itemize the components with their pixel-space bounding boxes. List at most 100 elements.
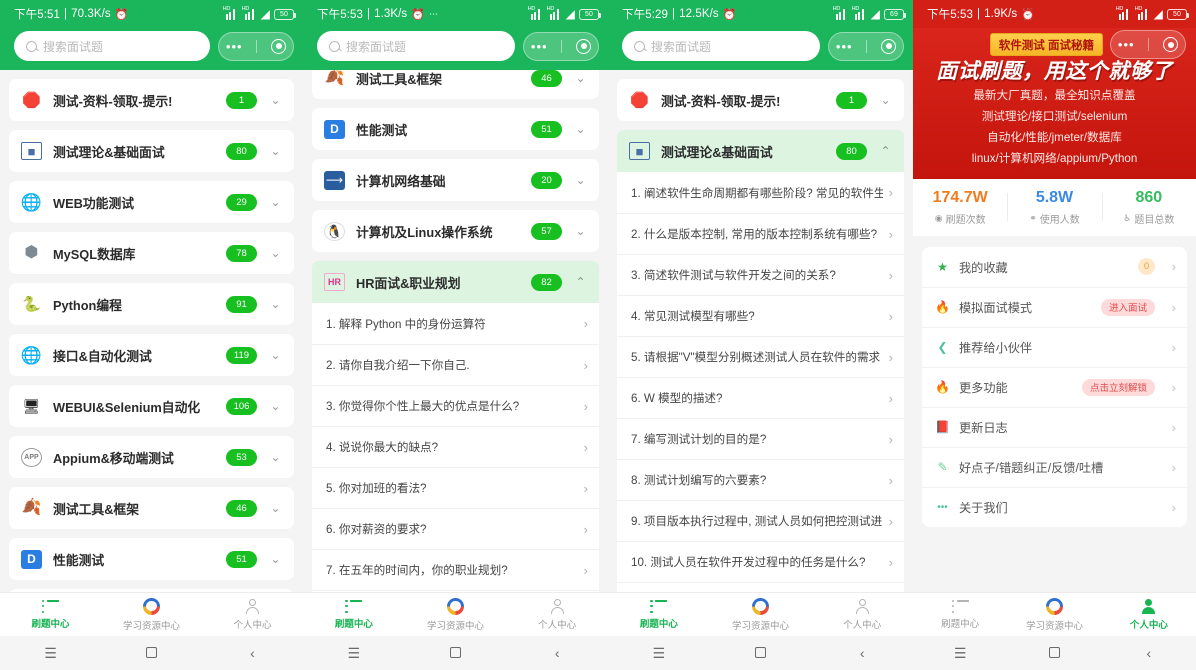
- menu-item-feedback[interactable]: ✎ 好点子/错题纠正/反馈/吐槽 ›: [922, 446, 1187, 487]
- chevron-down-icon[interactable]: ⌄: [878, 93, 893, 107]
- nav-home-button[interactable]: [101, 646, 202, 660]
- category-card[interactable]: 🐧 计算机及Linux操作系统 57 ⌄: [312, 210, 599, 252]
- chevron-down-icon[interactable]: ⌄: [573, 173, 588, 187]
- enter-interview-badge[interactable]: 进入面试: [1100, 298, 1155, 316]
- tab-learning-resources[interactable]: 学习资源中心: [1007, 597, 1101, 632]
- tab-personal-center[interactable]: 个人中心: [811, 598, 913, 631]
- more-icon[interactable]: •••: [531, 40, 548, 53]
- category-card[interactable]: 🐍 Python编程 91 ⌄: [9, 283, 294, 325]
- question-row[interactable]: 6. 你对薪资的要求? ›: [312, 508, 599, 549]
- category-header[interactable]: ■ 测试理论&基础面试 80 ⌄: [9, 130, 294, 172]
- category-header[interactable]: 🛑 测试-资料-领取-提示! 1 ⌄: [9, 79, 294, 121]
- category-card[interactable]: ⟶ 计算机网络基础 20 ⌄: [312, 159, 599, 201]
- category-header[interactable]: 🌐 接口&自动化测试 119 ⌄: [9, 334, 294, 376]
- category-header[interactable]: 🛑 测试-资料-领取-提示! 1 ⌄: [617, 79, 904, 121]
- question-row[interactable]: 3. 你觉得你个性上最大的优点是什么? ›: [312, 385, 599, 426]
- chevron-down-icon[interactable]: ⌄: [268, 501, 283, 515]
- category-card[interactable]: 🛑 测试-资料-领取-提示! 1 ⌄: [617, 79, 904, 121]
- tab-brush-center[interactable]: 刷题中心: [913, 599, 1007, 630]
- category-header[interactable]: 🌐 WEB功能测试 29 ⌄: [9, 181, 294, 223]
- chevron-down-icon[interactable]: ⌄: [573, 224, 588, 238]
- question-row[interactable]: 6. W 模型的描述? ›: [617, 377, 904, 418]
- category-card-expanded[interactable]: ■ 测试理论&基础面试 80 ⌃: [617, 130, 904, 172]
- category-card-partial[interactable]: ✎ ⌄: [9, 589, 294, 592]
- chevron-down-icon[interactable]: ⌄: [268, 297, 283, 311]
- close-target-icon[interactable]: [1163, 37, 1179, 52]
- tab-personal-center[interactable]: 个人中心: [1102, 598, 1196, 631]
- content-area[interactable]: 🛑 测试-资料-领取-提示! 1 ⌄ ■ 测试理论&基础面试 80 ⌄ 🌐 WE…: [0, 70, 303, 592]
- question-row[interactable]: 2. 什么是版本控制, 常用的版本控制系统有哪些? ›: [617, 213, 904, 254]
- question-row[interactable]: 8. 你朋友对你的评价?›: [312, 590, 599, 592]
- question-row[interactable]: 5. 你对加班的看法? ›: [312, 467, 599, 508]
- category-header[interactable]: ✎ ⌄: [9, 589, 294, 592]
- chevron-down-icon[interactable]: ⌄: [268, 93, 283, 107]
- category-header[interactable]: D 性能测试 51 ⌄: [312, 108, 599, 150]
- category-header[interactable]: APP Appium&移动端测试 53 ⌄: [9, 436, 294, 478]
- chevron-down-icon[interactable]: ⌄: [573, 122, 588, 136]
- nav-back-button[interactable]: ‹: [202, 646, 303, 660]
- nav-menu-button[interactable]: ☰: [0, 646, 101, 660]
- close-target-icon[interactable]: [576, 38, 592, 54]
- question-row[interactable]: 10. 测试人员在软件开发过程中的任务是什么? ›: [617, 541, 904, 582]
- chevron-up-icon[interactable]: ⌃: [878, 144, 893, 158]
- category-card[interactable]: 🛑 测试-资料-领取-提示! 1 ⌄: [9, 79, 294, 121]
- category-card[interactable]: 🍂 测试工具&框架 46 ⌄: [312, 70, 599, 99]
- close-target-icon[interactable]: [271, 38, 287, 54]
- android-nav-bar[interactable]: ☰ ‹: [913, 636, 1196, 670]
- category-header[interactable]: 🐧 计算机及Linux操作系统 57 ⌄: [312, 210, 599, 252]
- nav-home-button[interactable]: [710, 646, 812, 660]
- bottom-tab-bar[interactable]: 刷题中心 学习资源中心 个人中心: [0, 592, 303, 636]
- category-header[interactable]: ⟶ 计算机网络基础 20 ⌄: [312, 159, 599, 201]
- chevron-down-icon[interactable]: ⌄: [268, 399, 283, 413]
- android-nav-bar[interactable]: ☰ ‹: [0, 636, 303, 670]
- tab-learning-resources[interactable]: 学习资源中心: [710, 597, 812, 632]
- category-header[interactable]: HR HR面试&职业规划 82 ⌃: [312, 261, 599, 303]
- nav-menu-button[interactable]: ☰: [913, 646, 1007, 660]
- android-nav-bar[interactable]: ☰ ‹: [303, 636, 608, 670]
- category-header[interactable]: 🐍 Python编程 91 ⌄: [9, 283, 294, 325]
- mini-program-capsule[interactable]: •••: [828, 31, 904, 61]
- question-row[interactable]: 8. 测试计划编写的六要素? ›: [617, 459, 904, 500]
- category-card[interactable]: APP Appium&移动端测试 53 ⌄: [9, 436, 294, 478]
- tab-learning-resources[interactable]: 学习资源中心: [405, 597, 507, 632]
- menu-item-mock-interview[interactable]: 🔥 模拟面试模式 进入面试 ›: [922, 286, 1187, 327]
- mini-program-capsule[interactable]: •••: [1110, 30, 1186, 59]
- category-card[interactable]: 🖥 WEBUI&Selenium自动化 106 ⌄: [9, 385, 294, 427]
- mini-program-capsule[interactable]: •••: [218, 31, 294, 61]
- category-card[interactable]: 🌐 接口&自动化测试 119 ⌄: [9, 334, 294, 376]
- chevron-down-icon[interactable]: ⌄: [268, 552, 283, 566]
- category-card[interactable]: D 性能测试 51 ⌄: [312, 108, 599, 150]
- bottom-tab-bar[interactable]: 刷题中心 学习资源中心 个人中心: [303, 592, 608, 636]
- category-header[interactable]: D 性能测试 51 ⌄: [9, 538, 294, 580]
- question-row[interactable]: 3. 简述软件测试与软件开发之间的关系? ›: [617, 254, 904, 295]
- category-header[interactable]: 🍂 测试工具&框架 46 ⌄: [9, 487, 294, 529]
- nav-home-button[interactable]: [1007, 646, 1101, 660]
- tab-personal-center[interactable]: 个人中心: [506, 598, 608, 631]
- menu-item-more-features[interactable]: 🔥 更多功能 点击立刻解锁 ›: [922, 366, 1187, 407]
- menu-item-share[interactable]: ❮ 推荐给小伙伴 ›: [922, 326, 1187, 367]
- category-header[interactable]: ■ 测试理论&基础面试 80 ⌃: [617, 130, 904, 172]
- menu-item-favorites[interactable]: ★ 我的收藏 0 ›: [922, 247, 1187, 287]
- chevron-down-icon[interactable]: ⌄: [268, 246, 283, 260]
- content-area[interactable]: 🍂 测试工具&框架 46 ⌄ D 性能测试 51 ⌄ ⟶ 计算机网络基础 20 …: [303, 70, 608, 592]
- more-icon[interactable]: •••: [836, 40, 853, 53]
- question-row[interactable]: 7. 在五年的时间内，你的职业规划? ›: [312, 549, 599, 590]
- chevron-down-icon[interactable]: ⌄: [268, 348, 283, 362]
- chevron-up-icon[interactable]: ⌃: [573, 275, 588, 289]
- nav-menu-button[interactable]: ☰: [303, 646, 405, 660]
- question-row[interactable]: 9. 项目版本执行过程中, 测试人员如何把控测试进 ›: [617, 500, 904, 541]
- nav-home-button[interactable]: [405, 646, 507, 660]
- question-row[interactable]: 5. 请根据"V"模型分别概述测试人员在软件的需求 ›: [617, 336, 904, 377]
- chevron-down-icon[interactable]: ⌄: [268, 144, 283, 158]
- question-row[interactable]: 1. 阐述软件生命周期都有哪些阶段? 常见的软件生 ›: [617, 172, 904, 213]
- chevron-down-icon[interactable]: ⌄: [268, 450, 283, 464]
- question-row[interactable]: 4. 说说你最大的缺点? ›: [312, 426, 599, 467]
- category-card[interactable]: ⬢ MySQL数据库 78 ⌄: [9, 232, 294, 274]
- question-row[interactable]: 11. 请列出你所知道的软件测试种类, 至少 5 项?›: [617, 582, 904, 592]
- category-card[interactable]: D 性能测试 51 ⌄: [9, 538, 294, 580]
- more-icon[interactable]: •••: [1118, 38, 1135, 51]
- chevron-down-icon[interactable]: ⌄: [268, 195, 283, 209]
- category-header[interactable]: 🍂 测试工具&框架 46 ⌄: [312, 70, 599, 99]
- nav-back-button[interactable]: ‹: [811, 646, 913, 660]
- mini-program-capsule[interactable]: •••: [523, 31, 599, 61]
